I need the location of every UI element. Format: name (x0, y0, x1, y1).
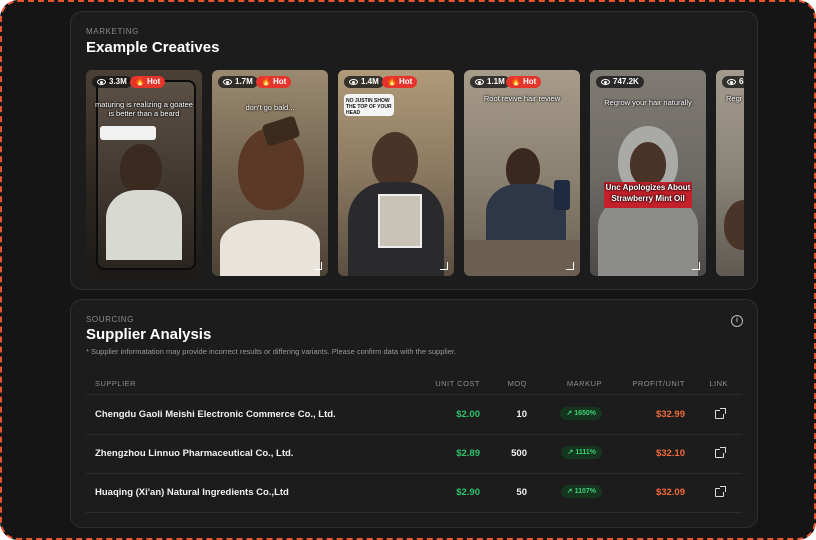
supplier-name: Zhengzhou Linnuo Pharmaceutical Co., Ltd… (95, 448, 294, 459)
trend-up-icon: ↗ (566, 488, 573, 495)
example-creatives-card: MARKETING Example Creatives 3.3M 🔥 Hot ma… (70, 11, 758, 290)
app-frame: MARKETING Example Creatives 3.3M 🔥 Hot ma… (0, 0, 816, 540)
creative-card[interactable]: 3.3M 🔥 Hot maturing is realizing a goatee… (86, 70, 202, 276)
external-link-icon[interactable] (715, 408, 726, 419)
creative-caption: NO JUSTIN SHOW THE TOP OF YOUR HEAD (346, 98, 392, 116)
hot-badge: 🔥 Hot (130, 76, 166, 88)
supplier-name: Huaqing (Xi'an) Natural Ingredients Co.,… (95, 487, 289, 498)
creative-card[interactable]: 747.2K Regrow your hair naturally Unc Ap… (590, 70, 706, 276)
views-badge: 3.3M (92, 76, 132, 88)
creative-overlay-text: Unc Apologizes About Strawberry Mint Oil (605, 183, 691, 203)
col-profit: PROFIT/UNIT (632, 379, 685, 388)
moq: 50 (516, 487, 527, 498)
flame-icon: 🔥 (135, 77, 145, 86)
trend-up-icon: ↗ (566, 410, 573, 417)
table-row: Huaqing (Xi'an) Natural Ingredients Co.,… (86, 473, 742, 513)
views-badge: 1.4M (344, 76, 384, 88)
hot-badge: 🔥 Hot (382, 76, 418, 88)
eye-icon (349, 79, 358, 85)
moq: 10 (516, 409, 527, 420)
supplier-name: Chengdu Gaoli Meishi Electronic Commerce… (95, 409, 336, 420)
creative-caption: maturing is realizing a goatee is better… (95, 100, 193, 118)
eye-icon (727, 79, 736, 85)
unit-cost: $2.00 (456, 409, 480, 420)
table-row: Zhengzhou Linnuo Pharmaceutical Co., Ltd… (86, 434, 742, 474)
creative-card[interactable]: 1.7M 🔥 Hot don't go bald... (212, 70, 328, 276)
section-eyebrow: MARKETING (86, 27, 139, 36)
views-badge: 1.1M (470, 76, 510, 88)
hot-badge: 🔥 Hot (506, 76, 542, 88)
external-link-icon[interactable] (715, 447, 726, 458)
flame-icon: 🔥 (261, 77, 271, 86)
creatives-carousel[interactable]: 3.3M 🔥 Hot maturing is realizing a goatee… (86, 70, 744, 276)
trend-up-icon: ↗ (567, 449, 574, 456)
creative-caption: Root revive hair review (483, 94, 561, 103)
expand-icon[interactable] (314, 262, 322, 270)
flame-icon: 🔥 (387, 77, 397, 86)
section-title: Supplier Analysis (86, 326, 212, 343)
profit-per-unit: $32.09 (655, 487, 685, 498)
section-eyebrow: SOURCING (86, 315, 134, 324)
table-header: SUPPLIER UNIT COST MOQ MARKUP PROFIT/UNI… (86, 370, 742, 395)
moq: 500 (511, 448, 527, 459)
eye-icon (475, 79, 484, 85)
profit-per-unit: $32.10 (655, 448, 685, 459)
col-supplier: SUPPLIER (95, 379, 137, 388)
supplier-disclaimer: * Supplier informatation may provide inc… (86, 347, 457, 356)
creative-caption: don't go bald... (245, 103, 295, 112)
supplier-analysis-card: SOURCING Supplier Analysis i * Supplier … (70, 299, 758, 528)
expand-icon[interactable] (566, 262, 574, 270)
external-link-icon[interactable] (715, 486, 726, 497)
creative-caption: Regr (726, 94, 743, 103)
unit-cost: $2.89 (456, 448, 480, 459)
creative-card[interactable]: 68 Regr (716, 70, 744, 276)
col-markup: MARKUP (566, 379, 602, 388)
eye-icon (97, 79, 106, 85)
views-badge: 747.2K (596, 76, 644, 88)
markup-badge: ↗ 1107% (560, 485, 602, 498)
markup-badge: ↗ 1650% (560, 407, 602, 420)
creative-caption: Regrow your hair naturally (604, 98, 692, 107)
eye-icon (601, 79, 610, 85)
col-link: LINK (709, 379, 728, 388)
expand-icon[interactable] (440, 262, 448, 270)
creative-card[interactable]: 1.4M 🔥 Hot NO JUSTIN SHOW THE TOP OF YOUR… (338, 70, 454, 276)
flame-icon: 🔥 (511, 77, 521, 86)
section-title: Example Creatives (86, 39, 220, 56)
expand-icon[interactable] (692, 262, 700, 270)
views-badge: 68 (722, 76, 744, 88)
markup-badge: ↗ 1111% (561, 446, 602, 459)
info-icon[interactable]: i (731, 315, 743, 327)
col-unit-cost: UNIT COST (435, 379, 480, 388)
table-row: Chengdu Gaoli Meishi Electronic Commerce… (86, 395, 742, 435)
creative-card[interactable]: 1.1M 🔥 Hot Root revive hair review (464, 70, 580, 276)
views-badge: 1.7M (218, 76, 258, 88)
profit-per-unit: $32.99 (655, 409, 685, 420)
eye-icon (223, 79, 232, 85)
unit-cost: $2.90 (456, 487, 480, 498)
hot-badge: 🔥 Hot (256, 76, 292, 88)
col-moq: MOQ (507, 379, 527, 388)
